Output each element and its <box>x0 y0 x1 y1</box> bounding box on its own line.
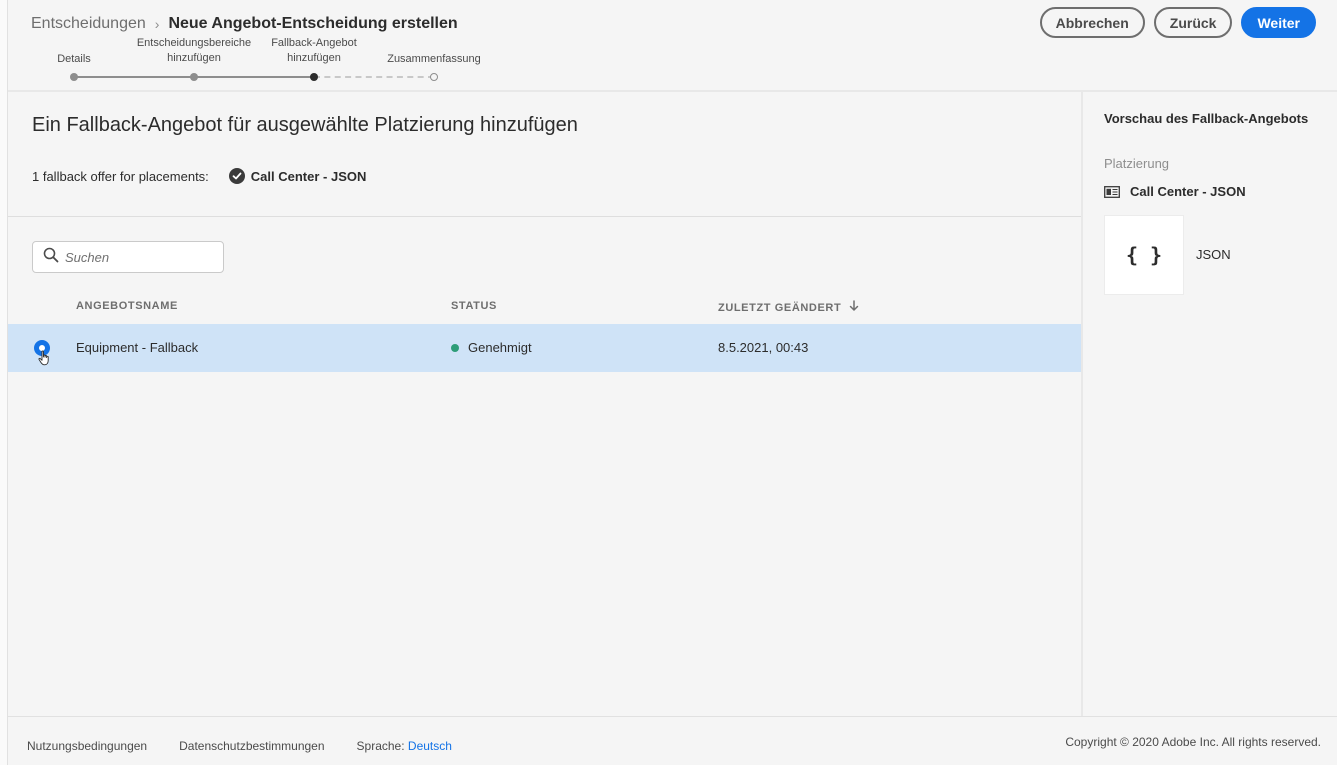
step-connector-pending <box>314 76 434 78</box>
left-edge <box>0 0 8 765</box>
step-label-summary: Zusammenfassung <box>387 53 481 65</box>
main-content: Ein Fallback-Angebot für ausgewählte Pla… <box>8 92 1081 716</box>
cancel-button[interactable]: Abbrechen <box>1039 7 1145 38</box>
breadcrumb-root-link[interactable]: Entscheidungen <box>31 15 146 33</box>
hand-cursor-icon <box>38 350 52 371</box>
status-badge: Genehmigt <box>468 340 532 355</box>
column-header-modified-label: ZULETZT GEÄNDERT <box>718 301 842 314</box>
step-label-scopes: Entscheidungsbereiche hinzufügen <box>136 37 252 64</box>
language-value[interactable]: Deutsch <box>408 739 452 753</box>
placement-name: Call Center - JSON <box>1130 184 1246 199</box>
header-actions: Abbrechen Zurück Weiter <box>1039 7 1316 38</box>
page-title: Ein Fallback-Angebot für ausgewählte Pla… <box>32 114 578 136</box>
language-selector[interactable]: Sprache: Deutsch <box>357 739 452 753</box>
json-braces-icon: { } <box>1125 243 1163 267</box>
step-label-details: Details <box>57 53 91 65</box>
placement-icon <box>1104 185 1120 198</box>
panel-placement: Call Center - JSON <box>1104 184 1246 199</box>
language-label: Sprache: <box>356 739 405 753</box>
column-header-modified[interactable]: ZULETZT GEÄNDERT <box>718 300 859 315</box>
step-dot-current <box>310 73 318 81</box>
privacy-link[interactable]: Datenschutzbestimmungen <box>179 739 324 753</box>
chevron-right-icon: › <box>154 16 160 32</box>
placement-chip: Call Center - JSON <box>250 168 367 184</box>
progress-stepper: Details Entscheidungsbereiche hinzufügen… <box>38 36 508 86</box>
step-label-fallback: Fallback-Angebot hinzufügen <box>271 37 357 64</box>
checkmark-circle-icon <box>228 168 245 184</box>
placements-summary: 1 fallback offer for placements: Call Ce… <box>32 168 366 184</box>
content-thumbnail: { } <box>1104 215 1184 295</box>
page-header: Entscheidungen › Neue Angebot-Entscheidu… <box>8 0 1337 92</box>
search-icon <box>43 247 59 268</box>
step-dot-pending <box>430 73 438 81</box>
next-button[interactable]: Weiter <box>1241 7 1316 38</box>
step-dot-completed <box>190 73 198 81</box>
terms-link[interactable]: Nutzungsbedingungen <box>27 739 147 753</box>
breadcrumb-current: Neue Angebot-Entscheidung erstellen <box>168 15 458 32</box>
content-type-label: JSON <box>1196 247 1231 262</box>
divider <box>8 216 1081 217</box>
status-cell: Genehmigt <box>451 340 532 355</box>
breadcrumb: Entscheidungen › Neue Angebot-Entscheidu… <box>31 15 458 33</box>
back-button[interactable]: Zurück <box>1153 7 1233 38</box>
search-field[interactable] <box>32 241 224 273</box>
offer-name-cell[interactable]: Equipment - Fallback <box>76 340 198 355</box>
footer-links: Nutzungsbedingungen Datenschutzbestimmun… <box>27 739 452 753</box>
preview-panel: Vorschau des Fallback-Angebots Platzieru… <box>1081 92 1337 716</box>
copyright-text: Copyright © 2020 Adobe Inc. All rights r… <box>1065 735 1321 749</box>
placements-label: 1 fallback offer for placements: <box>32 168 209 184</box>
step-connector <box>194 76 314 78</box>
modified-cell: 8.5.2021, 00:43 <box>718 340 809 355</box>
table-row[interactable]: Equipment - Fallback Genehmigt 8.5.2021,… <box>8 324 1081 372</box>
status-approved-dot <box>451 344 459 352</box>
search-input[interactable] <box>65 249 215 265</box>
step-dot-completed <box>70 73 78 81</box>
panel-title: Vorschau des Fallback-Angebots <box>1104 111 1309 126</box>
page-footer: Nutzungsbedingungen Datenschutzbestimmun… <box>8 716 1337 765</box>
step-connector <box>74 76 194 78</box>
placement-label: Platzierung <box>1104 156 1170 171</box>
column-header-name[interactable]: ANGEBOTSNAME <box>76 300 178 312</box>
column-header-status[interactable]: STATUS <box>451 300 497 312</box>
arrow-down-sort-icon[interactable] <box>849 300 859 315</box>
